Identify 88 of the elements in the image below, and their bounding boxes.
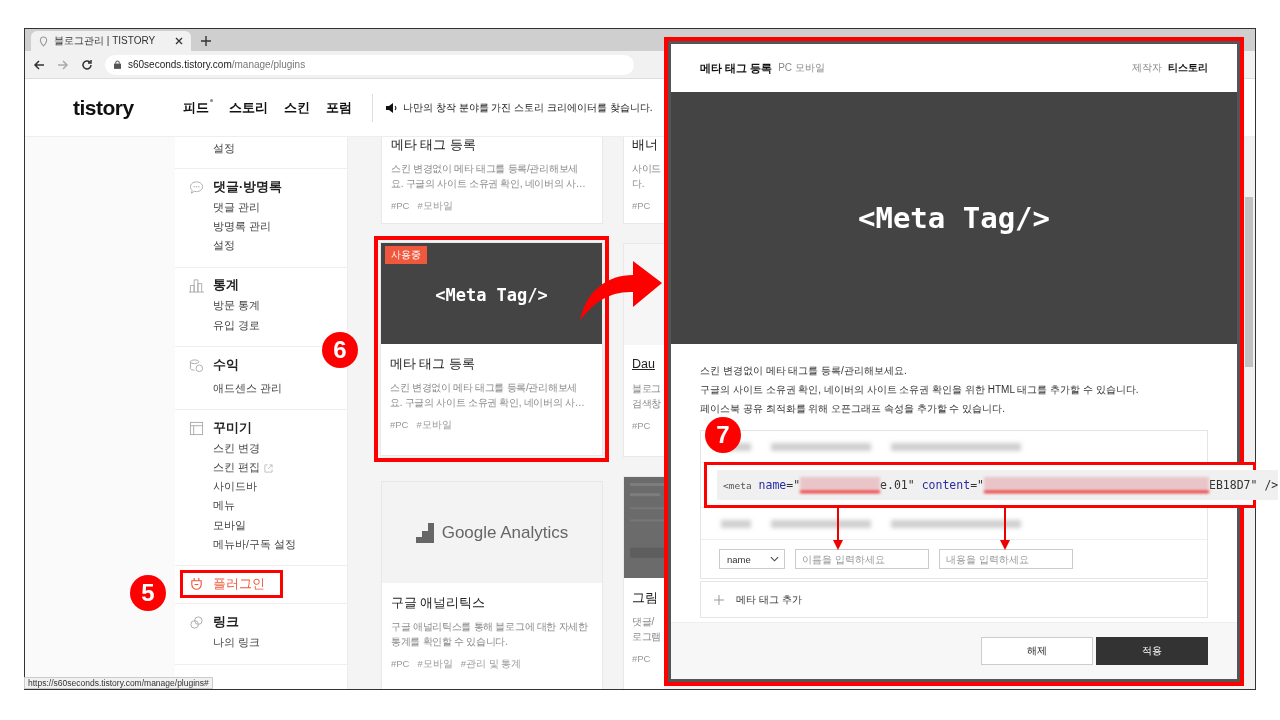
notice-text[interactable]: 나만의 창작 분야를 가진 스토리 크리에이터를 찾습니다. <box>403 100 653 115</box>
external-link-icon <box>263 463 273 473</box>
nav-link[interactable]: 포럼 <box>326 98 352 117</box>
card-description: 요. 구글의 사이트 소유권 확인, 네이버의 사… <box>390 396 585 410</box>
card-title: 배너 <box>632 137 659 154</box>
sidebar-item[interactable]: 설정 <box>213 236 235 256</box>
status-url: https://s60seconds.tistory.com/manage/plugins# <box>24 677 213 689</box>
new-dot-icon <box>210 98 213 102</box>
sidebar-item[interactable]: 사이드바 <box>213 477 257 497</box>
add-meta-tag-button[interactable]: 메타 태그 추가 <box>700 581 1208 618</box>
card-description: 다. <box>632 177 645 191</box>
sidebar-group[interactable]: 꾸미기 <box>180 420 283 437</box>
card-description: 사이드 <box>632 162 662 176</box>
card-description: 블로그 <box>632 382 662 396</box>
card-description: 구글 애널리틱스를 통해 블로그에 대한 자세한 <box>391 620 588 634</box>
sidebar-item[interactable]: 방문 통계 <box>213 296 260 316</box>
modal-title: 메타 태그 등록 <box>700 60 773 76</box>
card-title: 메타 태그 등록 <box>390 356 476 373</box>
nav-link[interactable]: 피드 <box>183 98 213 117</box>
card-description: 댓글/ <box>632 615 654 629</box>
link-icon <box>189 614 204 630</box>
down-arrow <box>833 506 843 550</box>
address-field[interactable]: s60seconds.tistory.com/manage/plugins <box>105 54 634 75</box>
bar-chart-icon <box>189 278 204 294</box>
nav-link[interactable]: 스킨 <box>284 98 310 117</box>
sidebar-item[interactable]: 유입 경로 <box>213 315 260 336</box>
sidebar-group[interactable]: 플러그인 <box>183 576 280 593</box>
card-image-title: Google Analytics <box>441 522 569 543</box>
sidebar-group[interactable]: 통계 <box>180 277 283 294</box>
card-title: Dau <box>632 357 656 373</box>
nav-link[interactable]: 스토리 <box>229 98 268 117</box>
platform-label: PC 모바일 <box>778 61 826 75</box>
plugin-card[interactable]: Dau 블로그 검색창 #PC <box>623 243 664 457</box>
speech-bubble-icon <box>189 179 204 195</box>
type-dropdown[interactable]: name <box>719 549 785 569</box>
plus-icon <box>714 594 724 605</box>
sidebar-item[interactable]: 방명록 관리 <box>213 217 271 237</box>
card-description: 스킨 변경없이 메타 태그를 등록/관리해보세 <box>390 381 577 395</box>
down-arrow <box>1000 506 1010 550</box>
card-description: 로그램 <box>632 630 662 644</box>
card-title: 구글 애널리틱스 <box>391 595 487 612</box>
coins-icon <box>189 357 204 373</box>
sidebar-group[interactable]: 수익 <box>180 357 283 374</box>
plugin-card[interactable]: 그림 댓글/ 로그램 #PC <box>623 476 664 689</box>
sidebar-item[interactable]: 메뉴바/구독 설정 <box>213 535 296 555</box>
maker-label: 제작자 <box>1132 61 1162 75</box>
sidebar-item[interactable]: 애드센스 관리 <box>213 379 282 399</box>
card-title: 그림 <box>632 590 659 607</box>
apply-button[interactable]: 적용 <box>1096 637 1208 665</box>
chevron-down-icon <box>770 556 779 562</box>
description-text: 스킨 변경없이 메타 태그를 등록/관리해보세요. <box>700 364 908 378</box>
card-description: 요. 구글의 사이트 소유권 확인, 네이버의 사… <box>391 177 586 191</box>
lock-icon <box>114 60 121 69</box>
content-input[interactable]: 내용을 입력하세요 <box>939 549 1073 569</box>
new-tab-icon[interactable] <box>201 36 211 46</box>
sidebar-group[interactable]: 링크 <box>180 614 283 631</box>
reload-icon[interactable] <box>81 58 93 71</box>
plug-icon <box>189 576 204 592</box>
card-description: 통계를 확인할 수 있습니다. <box>391 635 508 649</box>
card-title: 메타 태그 등록 <box>391 137 477 154</box>
maker-name: 티스토리 <box>1168 61 1208 75</box>
layout-icon <box>189 420 204 436</box>
sidebar-item[interactable]: 스킨 변경 <box>213 439 260 459</box>
sidebar-item[interactable]: 메뉴 <box>213 496 235 517</box>
redacted-text <box>721 519 751 528</box>
card-image-title: <Meta Tag/> <box>435 284 548 305</box>
tistory-logo[interactable]: tistory <box>73 95 183 120</box>
card-description: 검색창 <box>632 397 662 411</box>
plugin-card[interactable]: 배너 사이드 다. #PC <box>623 137 664 224</box>
sidebar-group[interactable]: 댓글·방명록 <box>180 179 283 196</box>
name-input[interactable]: 이름을 입력하세요 <box>795 549 929 569</box>
card-description: 스킨 변경없이 메타 태그를 등록/관리해보세 <box>391 162 578 176</box>
sidebar-item[interactable]: 모바일 <box>213 516 246 536</box>
close-icon[interactable] <box>175 37 183 45</box>
back-icon[interactable] <box>33 58 45 71</box>
description-text: 페이스북 공유 최적화를 위해 오픈그래프 속성을 추가할 수 있습니다. <box>700 402 1006 416</box>
browser-tab[interactable]: 블로그관리 | TISTORY <box>31 31 191 51</box>
hero-banner: <Meta Tag/> <box>671 92 1237 344</box>
release-button[interactable]: 해제 <box>981 637 1093 665</box>
sidebar-item[interactable]: 댓글 관리 <box>213 198 260 218</box>
sidebar-item[interactable]: 스킨 편집 <box>213 458 273 478</box>
analytics-logo-icon <box>415 522 436 543</box>
sidebar-item[interactable]: 나의 링크 <box>213 633 260 653</box>
location-pin-icon <box>39 35 48 47</box>
sidebar-item[interactable]: 설정 <box>213 139 235 159</box>
speaker-icon <box>385 101 397 114</box>
in-use-badge: 사용중 <box>385 246 427 264</box>
description-text: 구글의 사이트 소유권 확인, 네이버의 사이트 소유권 확인을 위한 HTML 태그를 추가할 수 있습니다. <box>700 383 1140 397</box>
